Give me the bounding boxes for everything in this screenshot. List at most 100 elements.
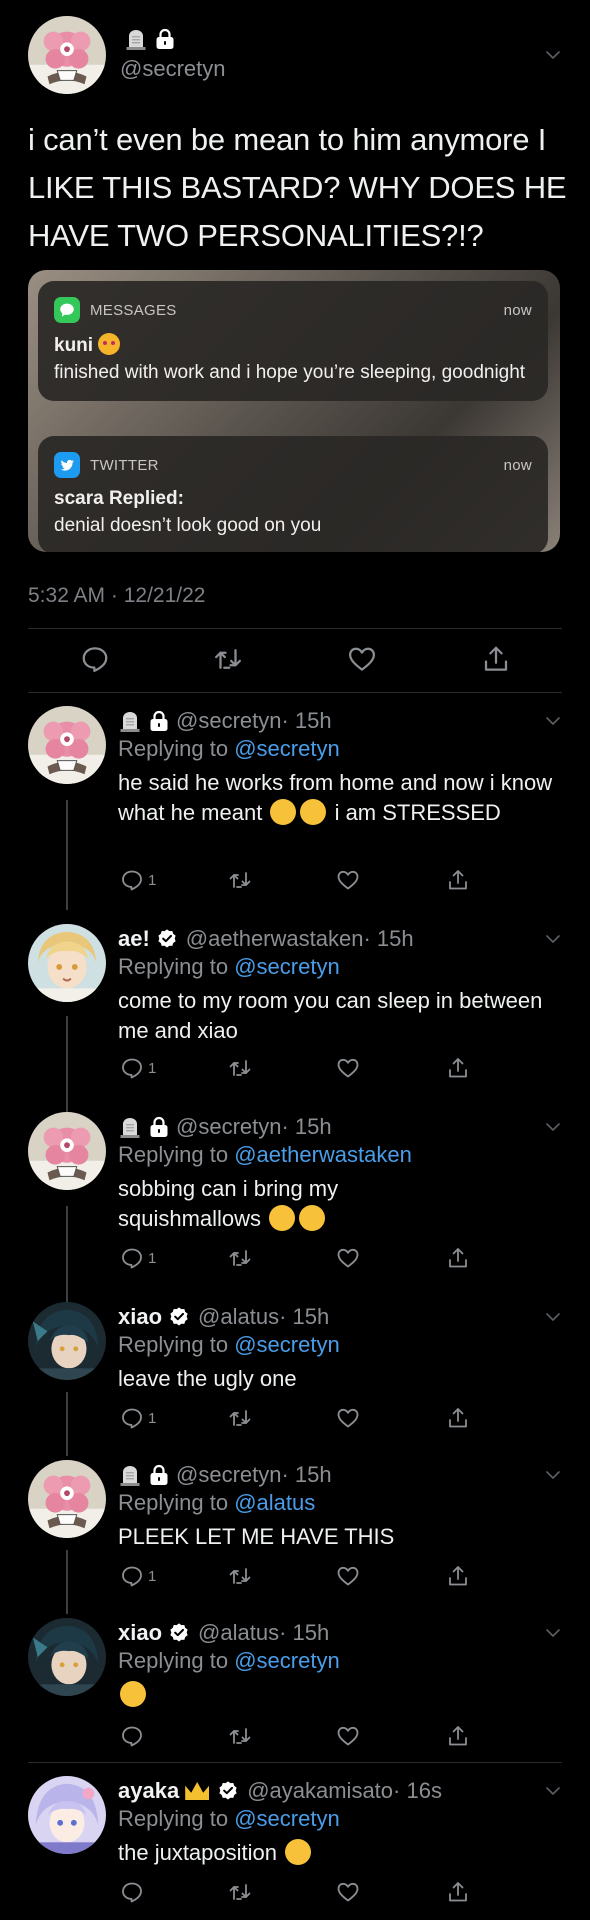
replying-to-link[interactable]: @secretyn (234, 1806, 339, 1831)
reply-button[interactable]: 1 (120, 1564, 156, 1588)
avatar[interactable] (28, 1302, 106, 1380)
replying-to-link[interactable]: @secretyn (234, 1332, 339, 1357)
share-button[interactable] (446, 1564, 474, 1588)
replying-to-link[interactable]: @secretyn (234, 954, 339, 979)
more-chevron-icon[interactable] (544, 1624, 562, 1642)
tweet-timestamp[interactable]: 5:32 AM · 12/21/22 (28, 584, 205, 608)
reply-handle[interactable]: @secretyn (176, 1114, 281, 1140)
replying-to-link[interactable]: @secretyn (234, 736, 339, 761)
share-button[interactable] (446, 1056, 474, 1080)
tombstone-icon (118, 1464, 142, 1486)
reply-name[interactable]: xiao (118, 1620, 162, 1646)
verified-badge-icon (168, 1306, 190, 1328)
retweet-button[interactable] (228, 1724, 256, 1748)
avatar[interactable] (28, 1112, 106, 1190)
share-button[interactable] (446, 1406, 474, 1430)
retweet-button[interactable] (228, 1056, 256, 1080)
reply-time[interactable]: · 15h (279, 1620, 329, 1646)
share-button[interactable] (446, 1880, 474, 1904)
avatar[interactable] (28, 1776, 106, 1854)
more-chevron-icon[interactable] (544, 1466, 562, 1484)
retweet-icon (228, 1880, 252, 1904)
retweet-button[interactable] (228, 1246, 256, 1270)
replying-to-link[interactable]: @aetherwastaken (234, 1142, 412, 1167)
more-chevron-icon[interactable] (544, 46, 562, 64)
reply-icon (120, 868, 144, 892)
reply-name[interactable]: ayaka (118, 1778, 179, 1804)
reply-handle[interactable]: @secretyn (176, 708, 281, 734)
retweet-button[interactable] (228, 1564, 256, 1588)
more-chevron-icon[interactable] (544, 712, 562, 730)
reply-handle[interactable]: @ayakamisato (247, 1778, 393, 1804)
retweet-button[interactable] (228, 1880, 256, 1904)
reply-button[interactable]: 1 (120, 868, 156, 892)
like-button[interactable] (336, 1724, 364, 1748)
reply-text: PLEEK LET ME HAVE THIS (118, 1524, 395, 1549)
share-button[interactable] (446, 1724, 474, 1748)
share-button[interactable] (446, 868, 474, 892)
reply-button[interactable] (120, 1724, 148, 1748)
share-icon (446, 1246, 470, 1270)
avatar[interactable] (28, 924, 106, 1002)
reply-button[interactable]: 1 (120, 1056, 156, 1080)
like-button[interactable] (336, 1564, 364, 1588)
reply-text: he said he works from home and now i kno… (118, 770, 553, 825)
retweet-icon[interactable] (213, 644, 243, 674)
thread-line (66, 1206, 68, 1302)
share-icon[interactable] (481, 644, 511, 674)
like-button[interactable] (336, 868, 364, 892)
share-button[interactable] (446, 1246, 474, 1270)
retweet-icon (228, 1246, 252, 1270)
reply-icon (120, 1056, 144, 1080)
retweet-button[interactable] (228, 1406, 256, 1430)
lock-icon (148, 710, 170, 732)
reply-button[interactable]: 1 (120, 1406, 156, 1430)
notification-messages: MESSAGES now kuni finished with work and… (38, 281, 548, 401)
reply-count: 1 (148, 871, 157, 889)
reply-time[interactable]: · 15h (281, 708, 331, 734)
divider (28, 692, 562, 693)
avatar[interactable] (28, 16, 106, 94)
like-icon[interactable] (347, 644, 377, 674)
replying-to-link[interactable]: @secretyn (234, 1648, 339, 1673)
reply-button[interactable]: 1 (120, 1246, 156, 1270)
reply-name[interactable]: xiao (118, 1304, 162, 1330)
reply-handle[interactable]: @alatus (198, 1620, 279, 1646)
thread-line (66, 1016, 68, 1112)
more-chevron-icon[interactable] (544, 1782, 562, 1800)
replying-to-link[interactable]: @alatus (234, 1490, 315, 1515)
more-chevron-icon[interactable] (544, 1308, 562, 1326)
screenshot-image[interactable]: MESSAGES now kuni finished with work and… (28, 270, 560, 552)
replying-to: Replying to @secretyn (118, 1332, 340, 1357)
reply-time[interactable]: · 15h (363, 926, 413, 952)
reply-count: 1 (148, 1059, 157, 1077)
reply-time[interactable]: · 15h (279, 1304, 329, 1330)
reply-time[interactable]: · 16s (393, 1778, 442, 1804)
reply-time[interactable]: · 15h (281, 1114, 331, 1140)
replying-to: Replying to @secretyn (118, 736, 340, 761)
like-button[interactable] (336, 1056, 364, 1080)
reply-handle[interactable]: @aetherwastaken (186, 926, 364, 952)
like-button[interactable] (336, 1406, 364, 1430)
reply-handle[interactable]: @alatus (198, 1304, 279, 1330)
avatar[interactable] (28, 1618, 106, 1696)
reply-button[interactable] (120, 1880, 148, 1904)
avatar[interactable] (28, 1460, 106, 1538)
reply-time[interactable]: · 15h (281, 1462, 331, 1488)
like-button[interactable] (336, 1880, 364, 1904)
more-chevron-icon[interactable] (544, 930, 562, 948)
retweet-button[interactable] (228, 868, 256, 892)
lock-icon (148, 1116, 170, 1138)
reply-text: the juxtaposition (118, 1838, 558, 1868)
thread-line (66, 1392, 68, 1456)
share-icon (446, 1724, 470, 1748)
avatar[interactable] (28, 706, 106, 784)
reply-text: leave the ugly one (118, 1366, 297, 1391)
reply-handle[interactable]: @secretyn (176, 1462, 281, 1488)
more-chevron-icon[interactable] (544, 1118, 562, 1136)
main-handle[interactable]: @secretyn (120, 56, 225, 82)
like-button[interactable] (336, 1246, 364, 1270)
reply-name[interactable]: ae! (118, 926, 150, 952)
reply-count: 1 (148, 1409, 157, 1427)
reply-icon[interactable] (80, 644, 110, 674)
